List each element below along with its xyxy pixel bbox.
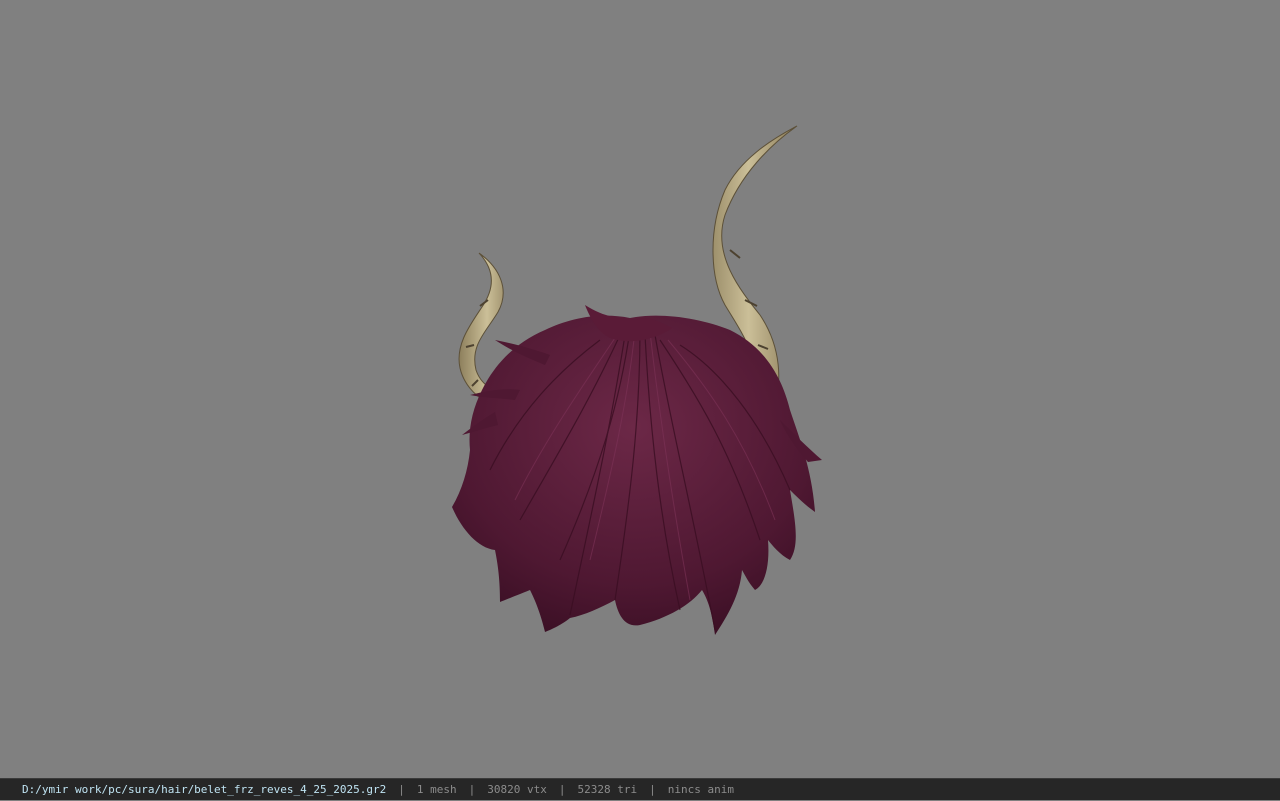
separator: | — [558, 783, 566, 796]
anim-status: nincs anim — [667, 783, 734, 796]
file-path: D:/ymir work/pc/sura/hair/belet_frz_reve… — [22, 783, 387, 796]
triangle-count: 52328 tri — [577, 783, 638, 796]
separator: | — [649, 783, 656, 796]
status-bar: D:/ymir work/pc/sura/hair/belet_frz_reve… — [0, 778, 1280, 800]
vertex-count: 30820 vtx — [487, 783, 547, 796]
separator: | — [398, 783, 405, 796]
hair-model-render — [452, 125, 822, 635]
separator: | — [468, 783, 476, 796]
3d-viewport[interactable] — [0, 0, 1280, 778]
mesh-count: 1 mesh — [416, 783, 457, 796]
